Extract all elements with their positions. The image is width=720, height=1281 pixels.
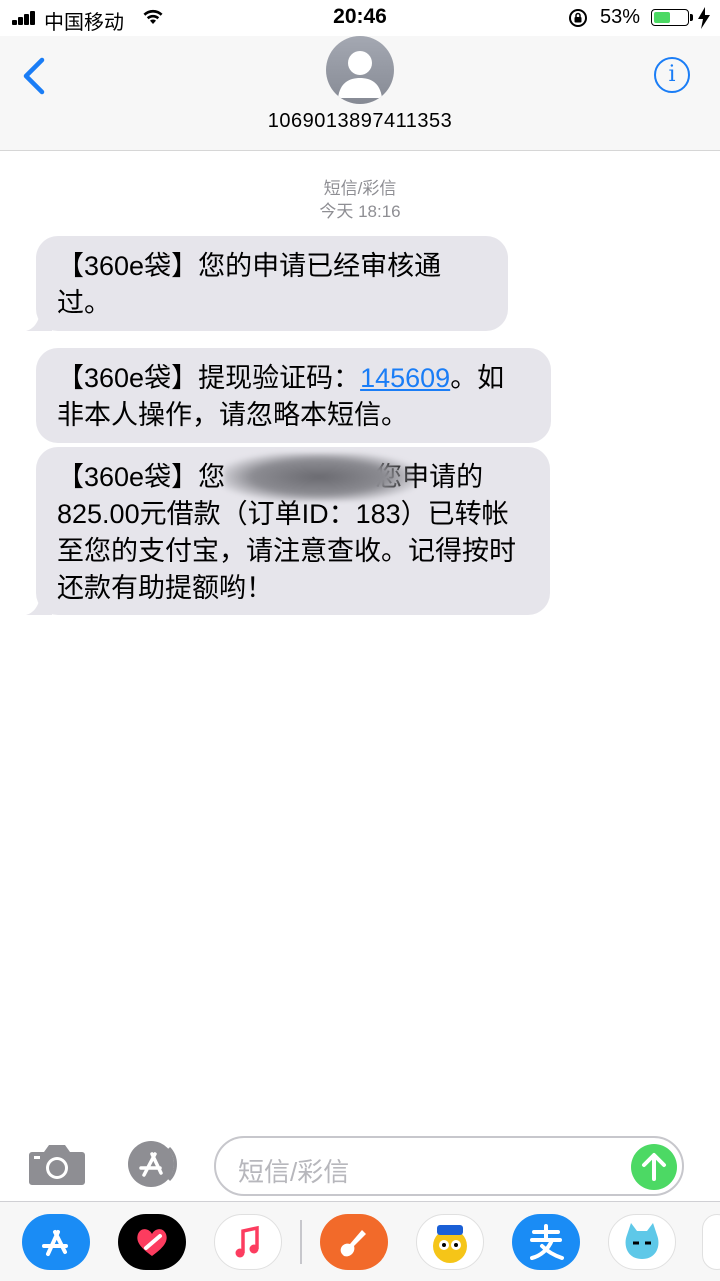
battery-icon	[651, 9, 689, 26]
bubble-tail	[26, 309, 52, 331]
drawer-alipay-icon[interactable]	[512, 1214, 580, 1270]
rotation-lock-icon	[569, 9, 587, 27]
message-input-placeholder: 短信/彩信	[238, 1157, 350, 1187]
app-drawer	[0, 1201, 720, 1281]
message-text-part1: 【360e袋】您	[57, 462, 226, 492]
app-store-icon[interactable]	[122, 1140, 182, 1188]
message-text-prefix: 【360e袋】提现验证码：	[57, 363, 361, 393]
message-type-label: 短信/彩信	[323, 179, 397, 198]
drawer-more-apps-icon[interactable]	[702, 1214, 720, 1270]
conversation-header: 1069013897411353 i	[0, 36, 720, 151]
contact-avatar-icon[interactable]	[326, 36, 394, 104]
composer-bar: 短信/彩信	[0, 1120, 720, 1200]
message-timestamp: 今天 18:16	[319, 202, 401, 221]
status-bar: 中国移动 20:46 53%	[0, 0, 720, 36]
info-icon[interactable]: i	[654, 57, 690, 93]
drawer-monster-sticker-icon[interactable]	[608, 1214, 676, 1270]
message-bubble[interactable]: 【360e袋】提现验证码：145609。如非本人操作，请忽略本短信。	[36, 348, 551, 443]
drawer-cartoon-sticker-icon[interactable]	[416, 1214, 484, 1270]
verification-code-link[interactable]: 145609	[360, 363, 450, 393]
message-bubble[interactable]: 【360e袋】您 您申请的825.00元借款（订单ID：183）已转帐至您的支付宝…	[26, 447, 550, 615]
drawer-divider	[300, 1220, 302, 1264]
redaction-blur	[224, 453, 414, 501]
battery-percent: 53%	[600, 6, 641, 28]
drawer-garageband-icon[interactable]	[320, 1214, 388, 1270]
send-button[interactable]	[631, 1144, 677, 1190]
message-text: 【360e袋】您的申请已经审核通过。	[57, 251, 442, 318]
bubble-tail	[26, 593, 52, 615]
drawer-digital-touch-icon[interactable]	[118, 1214, 186, 1270]
message-input[interactable]: 短信/彩信	[214, 1136, 684, 1196]
message-text-part3: 825.00元借款（订单ID：183）已转帐至您的支付宝，请注意查收。记得按时还…	[57, 499, 516, 603]
drawer-app-store-icon[interactable]	[22, 1214, 90, 1270]
message-bubble[interactable]: 【360e袋】您的申请已经审核通过。	[26, 236, 508, 331]
contact-number[interactable]: 1069013897411353	[0, 110, 720, 133]
battery-cap	[690, 14, 693, 21]
send-arrow-icon	[642, 1153, 666, 1181]
charging-bolt-icon	[698, 7, 710, 29]
battery-fill	[654, 12, 670, 23]
back-chevron-icon[interactable]	[18, 56, 50, 96]
camera-icon[interactable]	[28, 1142, 86, 1186]
drawer-music-icon[interactable]	[214, 1214, 282, 1270]
